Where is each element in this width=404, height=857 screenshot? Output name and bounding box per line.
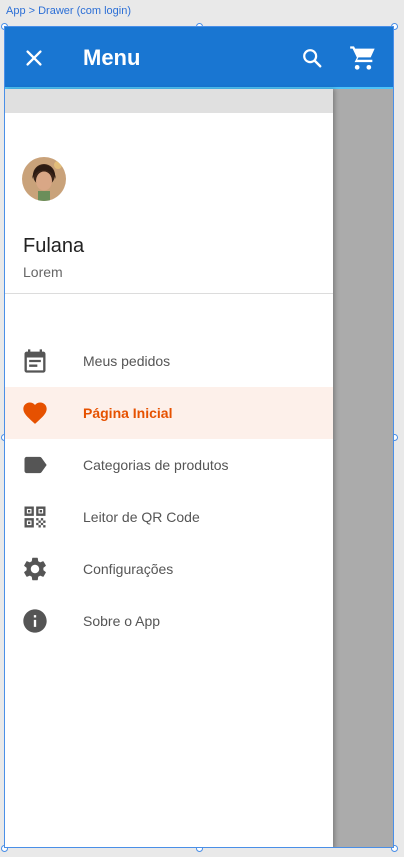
menu-item-leitor-qr[interactable]: Leitor de QR Code xyxy=(5,491,333,543)
menu-item-pagina-inicial[interactable]: Página Inicial xyxy=(5,387,333,439)
menu-item-sobre[interactable]: Sobre o App xyxy=(5,595,333,647)
navigation-drawer: Fulana Lorem Meus pedidos Página Inicial xyxy=(5,89,333,847)
menu-item-label: Sobre o App xyxy=(83,613,161,629)
app-bar: Menu xyxy=(5,27,393,89)
label-tag-icon xyxy=(24,456,47,474)
menu-item-categorias[interactable]: Categorias de produtos xyxy=(5,439,333,491)
menu-item-meus-pedidos[interactable]: Meus pedidos xyxy=(5,335,333,387)
breadcrumb: App > Drawer (com login) xyxy=(6,5,132,17)
avatar[interactable] xyxy=(22,157,66,201)
info-icon xyxy=(23,609,47,633)
qr-code-icon xyxy=(24,506,46,528)
heart-icon xyxy=(23,402,47,424)
drawer-scrim[interactable] xyxy=(333,89,393,847)
menu-item-label: Leitor de QR Code xyxy=(83,509,200,525)
device-frame: Menu Fulana Lorem Meus pedidos Página In… xyxy=(4,26,394,848)
avatar-image xyxy=(22,157,66,201)
status-band xyxy=(5,89,333,113)
menu-item-label: Meus pedidos xyxy=(83,353,171,369)
menu-item-label: Configurações xyxy=(83,561,174,577)
gear-icon xyxy=(24,557,46,581)
search-icon[interactable] xyxy=(301,47,323,69)
divider xyxy=(5,293,333,294)
app-bar-title: Menu xyxy=(83,45,141,70)
user-name: Fulana xyxy=(23,235,85,257)
user-subtitle: Lorem xyxy=(23,264,63,280)
close-icon[interactable] xyxy=(23,47,45,69)
menu-item-label: Categorias de produtos xyxy=(83,457,229,473)
menu-item-label: Página Inicial xyxy=(83,405,173,421)
shopping-cart-icon[interactable] xyxy=(349,44,377,72)
calendar-icon xyxy=(24,349,46,373)
menu-item-configuracoes[interactable]: Configurações xyxy=(5,543,333,595)
drawer-menu: Meus pedidos Página Inicial Categorias d… xyxy=(5,335,333,647)
